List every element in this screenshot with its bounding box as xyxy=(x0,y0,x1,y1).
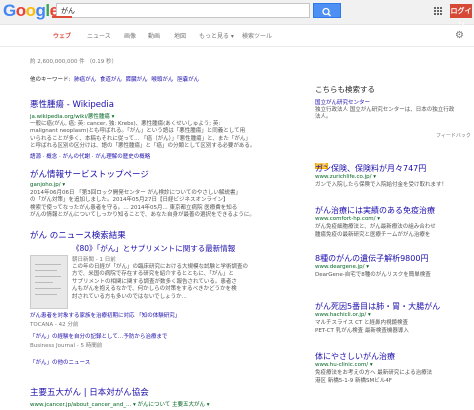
related-keywords: 他のキーワード: 肺癌がん 食道がん 膵臓がん 喉頭がん 胆嚢がん xyxy=(30,75,199,83)
result-url[interactable]: www.jcancer.jp/about_cancer_and_... ▾ がん… xyxy=(30,400,210,408)
more-news-link[interactable]: 「がん」の他のニュース xyxy=(30,358,90,366)
keyword-link[interactable]: 胆嚢がん xyxy=(177,77,199,83)
ad-item[interactable]: がん治療には実績のある免疫治療 www.comfort-hp.com/ ▾ がん… xyxy=(315,205,436,238)
google-logo[interactable]: Google xyxy=(3,1,59,21)
news-item-source: TOCANA - 42 分前 xyxy=(30,322,79,328)
snippet-line: んもがんを抱えるなかで、何かしらの対策をするべきかどうかを検 xyxy=(72,286,237,293)
result-title[interactable]: 悪性腫瘍 - Wikipedia xyxy=(30,98,114,110)
search-icon xyxy=(322,7,332,17)
ad-item[interactable]: 体にやさしいがん治療 www.hu-clinic.com/ ▾ 免疫療法をお考え… xyxy=(315,351,432,384)
news-thumbnail[interactable] xyxy=(30,255,68,309)
ad-text: DearGene-自宅で8種のがんリスクを簡単検査 xyxy=(315,272,431,278)
ad-text: 港区 新橋5-1-9 新橋SMビル4F xyxy=(315,378,392,384)
ad-text: PET-CT 乳がん検査 最新検査機器導入 xyxy=(315,328,409,334)
login-button[interactable]: ログイン xyxy=(450,4,472,29)
ad-text: 腫瘍免疫の最新研究と医療チームががん治療を xyxy=(315,232,431,238)
news-main-source: 朝日新聞 - 1 日前 xyxy=(72,257,116,263)
ad-title[interactable]: 8種のがんの遺伝子解析9800円 xyxy=(315,253,431,264)
keyword-link[interactable]: 喉頭がん xyxy=(151,77,173,83)
knowledge-line: 法人。 xyxy=(315,114,332,120)
result-title[interactable]: がん情報サービストップページ xyxy=(30,168,149,180)
ad-title[interactable]: ガン保険、保険料が月々747円 xyxy=(315,163,447,174)
result-snippet: 一般に癌(がん, 癌; 英: cancer, 独: Krebs)、悪性腫瘍(あく… xyxy=(30,121,285,151)
news-item-title[interactable]: がん患者を対象する家族を治療初期に対応 「知の体験研究」 xyxy=(30,311,180,319)
knowledge-line: 独立行政法人 国立がん研究センターは、日本の独立行政 xyxy=(315,107,455,113)
ad-title[interactable]: 体にやさしいがん治療 xyxy=(315,351,432,362)
result-sitelinks[interactable]: 語源 · 概念 · がんの代謝 · がん理解の歴史の概略 xyxy=(30,152,150,160)
ad-item[interactable]: ガン保険、保険料が月々747円 www.zurichlife.co.jp/ ▾ … xyxy=(315,163,447,188)
related-search-header: こちらも検索する xyxy=(315,85,375,94)
news-header[interactable]: がん のニュース検索結果 xyxy=(30,229,126,241)
news-item-source: Business Journal - 5 時間前 xyxy=(30,343,103,349)
result-url[interactable]: ganjoho.jp/ ▾ xyxy=(30,182,65,188)
news-main-snippet: この年の日経が「がん」の臨床研究における大規模な試験と学術調査の 方で、米国の病… xyxy=(72,264,284,301)
feedback-link[interactable]: フィードバック xyxy=(436,132,471,139)
keyword-link[interactable]: 肺癌がん xyxy=(74,77,96,83)
knowledge-text: 独立行政法人 国立がん研究センターは、日本の独立行政 法人。 xyxy=(315,107,470,121)
ad-text: 免疫療法をお考えの方へ 最新研究による治療法 xyxy=(315,370,433,376)
search-button[interactable] xyxy=(313,3,341,18)
news-main-title[interactable]: 《80》「がん」とサプリメントに関する最新情報 xyxy=(72,243,235,254)
tab-web[interactable]: ウェブ xyxy=(53,31,71,40)
ad-text: ガンで入院したら保険で入院給付金を受け取れます！ xyxy=(315,182,448,188)
ad-text: マルチスライス CT と経鼻内視鏡検査 xyxy=(315,320,409,326)
ad-item[interactable]: 8種のがんの遺伝子解析9800円 www.deargene.jp/ ▾ Dear… xyxy=(315,253,431,278)
ad-title[interactable]: がん死因5番目は肺・胃・大腸がん xyxy=(315,301,440,312)
snippet-line: 討されている方も多いのではないでしょうか... xyxy=(72,293,187,300)
apps-grid-icon[interactable] xyxy=(434,7,442,15)
snippet-line: malignant neoplasm)とも呼ばれる。「がん」という語は「悪性腫瘍… xyxy=(30,128,246,135)
search-input[interactable]: がん xyxy=(56,3,310,18)
tab-more[interactable]: もっと見る ▾ xyxy=(199,31,234,40)
active-tab-indicator xyxy=(52,16,72,18)
keyword-link[interactable]: 膵臓がん xyxy=(126,77,148,83)
result-stats: 約 2,600,000,000 件 （0.19 秒） xyxy=(30,59,117,65)
result-title[interactable]: 主要五大がん | 日本対がん協会 xyxy=(30,386,149,398)
knowledge-link[interactable]: 国立がん研究センター xyxy=(315,98,370,106)
ad-item[interactable]: がん死因5番目は肺・胃・大腸がん www.hachicli.or.jp/ ▾ マ… xyxy=(315,301,440,334)
tab-videos[interactable]: 動画 xyxy=(148,31,160,40)
tab-search-tools[interactable]: 検索ツール xyxy=(242,31,272,40)
snippet-line: 方で、米国の病院で存在する研究を紹介するとともに、「がん」と xyxy=(72,271,234,278)
related-keywords-label: 他のキーワード: xyxy=(30,77,71,83)
tab-news[interactable]: ニュース xyxy=(87,31,111,40)
news-item-title[interactable]: 「がん」の経験を自分の記録として…予防から治療まで xyxy=(30,332,167,340)
snippet-line: と呼ばれる区別の区分けは、語の「悪性腫瘍」と「癌」の分類として区別する必要がある… xyxy=(30,143,256,150)
result-url[interactable]: ja.wikipedia.org/wiki/悪性腫瘍 ▾ xyxy=(30,112,114,120)
snippet-line: がんの情報とがんについてしっかり知ることで、あなた自身が最善の選択をできるように… xyxy=(30,212,255,219)
keyword-link[interactable]: 食道がん xyxy=(100,77,122,83)
tab-maps[interactable]: 地図 xyxy=(174,31,186,40)
ad-text: がん免疫細胞療法と、がん最新療法の組み合わせ xyxy=(315,224,436,230)
gear-icon[interactable]: ⚙ xyxy=(455,30,464,41)
ad-title[interactable]: がん治療には実績のある免疫治療 xyxy=(315,205,436,216)
snippet-line: の「がん対策」を追加しました。2014年05月27日【日経ビジネスオンライン】 xyxy=(30,197,229,204)
search-tabs: ウェブ ニュース 画像 動画 地図 もっと見る ▾ 検索ツール xyxy=(0,27,474,47)
tab-images[interactable]: 画像 xyxy=(124,31,136,40)
result-snippet: 2014年06月06日 「第3回ロック開発センター がん検診についてのやさしい解… xyxy=(30,190,285,220)
